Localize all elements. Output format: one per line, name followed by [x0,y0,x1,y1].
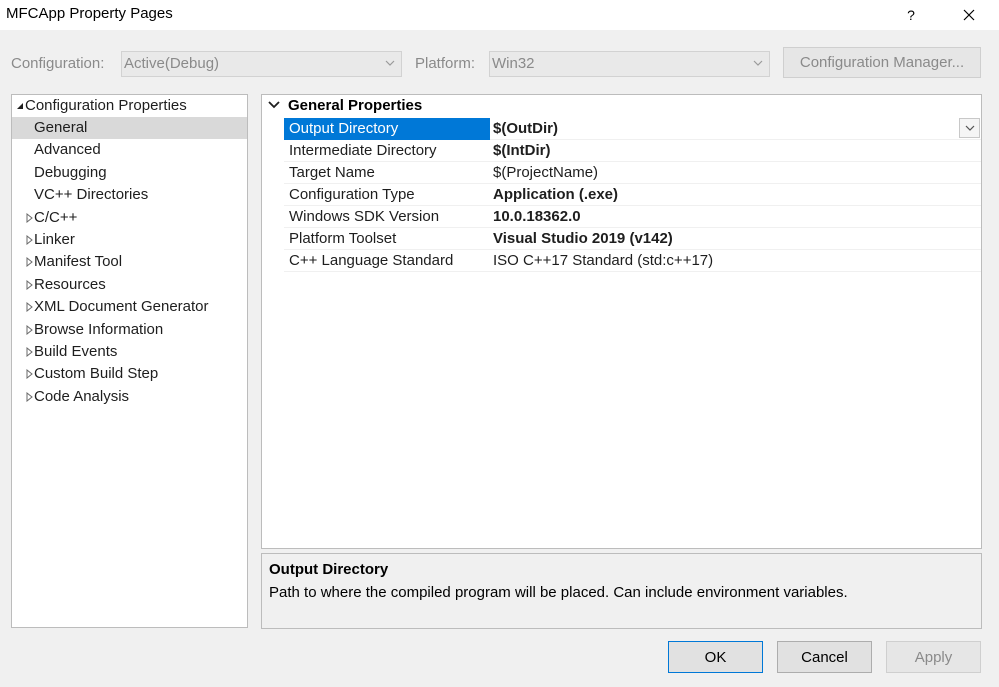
property-name[interactable]: Target Name [284,162,490,184]
help-button[interactable]: ? [892,0,930,30]
chevron-down-icon [965,125,974,131]
expanded-triangle-icon[interactable] [15,95,25,117]
tree-item-label: C/C++ [34,208,78,226]
tree-item-custom-build-step[interactable]: Custom Build Step [12,363,247,385]
property-name[interactable]: Configuration Type [284,184,490,206]
tree-item-label: Manifest Tool [34,253,123,271]
description-panel: Output Directory Path to where the compi… [261,553,982,629]
property-name[interactable]: Output Directory [284,118,490,140]
property-value[interactable]: ISO C++17 Standard (std:c++17) [493,250,713,272]
description-title: Output Directory [269,561,389,578]
expand-triangle-icon[interactable] [24,229,34,251]
tree-item-label: Browse Information [34,320,164,338]
cancel-button[interactable]: Cancel [777,641,872,673]
property-value[interactable]: Application (.exe) [493,184,618,206]
tree-item-code-analysis[interactable]: Code Analysis [12,386,247,408]
close-button[interactable] [950,0,988,30]
tree-root-configuration-properties[interactable]: Configuration Properties [12,95,247,117]
tree-item-label: General [34,119,88,136]
expand-triangle-icon[interactable] [24,341,34,363]
tree-item-label: Resources [34,275,106,293]
tree-item-browse-information[interactable]: Browse Information [12,319,247,341]
tree-item-general[interactable]: General [12,117,247,139]
tree-item-c-c[interactable]: C/C++ [12,207,247,229]
property-row[interactable]: Configuration Type Application (.exe) [284,184,981,206]
section-header-general-properties[interactable]: General Properties [262,95,981,117]
property-name[interactable]: Intermediate Directory [284,140,490,162]
title-bar: MFCApp Property Pages ? [0,0,999,30]
expand-triangle-icon[interactable] [24,251,34,273]
property-row[interactable]: Intermediate Directory $(IntDir) [284,140,981,162]
tree-root-label: Configuration Properties [25,97,187,114]
expand-triangle-icon[interactable] [24,319,34,341]
platform-value: Win32 [492,55,535,72]
property-value[interactable]: 10.0.18362.0 [493,206,581,228]
property-name[interactable]: Windows SDK Version [284,206,490,228]
property-value[interactable]: $(IntDir) [493,140,551,162]
property-row[interactable]: Target Name $(ProjectName) [284,162,981,184]
configuration-manager-button[interactable]: Configuration Manager... [783,47,981,78]
property-value[interactable]: $(ProjectName) [493,162,598,184]
tree-item-label: XML Document Generator [34,298,209,316]
tree-item-label: Code Analysis [34,387,130,405]
tree-item-label: VC++ Directories [34,186,149,204]
property-row[interactable]: Output Directory $(OutDir) [284,118,981,140]
tree-item-build-events[interactable]: Build Events [12,341,247,363]
expand-triangle-icon[interactable] [24,296,34,318]
tree-item-manifest-tool[interactable]: Manifest Tool [12,251,247,273]
property-grid: General Properties Output Directory $(Out… [261,94,982,549]
configuration-value: Active(Debug) [124,55,220,72]
property-name[interactable]: Platform Toolset [284,228,490,250]
window-title: MFCApp Property Pages [6,5,173,22]
close-icon [963,9,975,21]
tree-item-label: Debugging [34,163,107,181]
section-title: General Properties [288,97,423,114]
chevron-down-icon [753,60,763,66]
configuration-label: Configuration: [11,55,105,72]
tree-item-xml-document-generator[interactable]: XML Document Generator [12,296,247,318]
expand-triangle-icon[interactable] [24,386,34,408]
tree-item-resources[interactable]: Resources [12,274,247,296]
tree-item-vc-directories[interactable]: VC++ Directories [12,184,247,206]
apply-button[interactable]: Apply [886,641,981,673]
configuration-dropdown[interactable]: Active(Debug) [121,51,402,77]
expand-triangle-icon[interactable] [24,274,34,296]
property-row[interactable]: Windows SDK Version 10.0.18362.0 [284,206,981,228]
property-value[interactable]: $(OutDir) [493,118,558,140]
tree-item-debugging[interactable]: Debugging [12,162,247,184]
platform-dropdown[interactable]: Win32 [489,51,770,77]
tree-item-label: Custom Build Step [34,365,159,383]
description-text: Path to where the compiled program will … [269,584,848,601]
tree-item-linker[interactable]: Linker [12,229,247,251]
tree-item-label: Linker [34,231,75,248]
expand-triangle-icon[interactable] [24,207,34,229]
property-row[interactable]: Platform Toolset Visual Studio 2019 (v142… [284,228,981,250]
chevron-down-icon[interactable] [267,98,281,112]
expand-triangle-icon[interactable] [24,363,34,385]
property-pages-dialog: MFCApp Property Pages ? Configuration: A… [0,0,999,687]
value-dropdown-button[interactable] [959,118,980,138]
platform-label: Platform: [415,55,476,72]
tree-item-advanced[interactable]: Advanced [12,139,247,161]
property-value[interactable]: Visual Studio 2019 (v142) [493,228,673,250]
property-row[interactable]: C++ Language Standard ISO C++17 Standard … [284,250,981,272]
property-name[interactable]: C++ Language Standard [284,250,490,272]
tree-item-label: Advanced [34,141,101,159]
property-tree: Configuration Properties General Advanced… [11,94,248,628]
chevron-down-icon [385,60,395,66]
ok-button[interactable]: OK [668,641,763,673]
tree-item-label: Build Events [34,343,118,360]
